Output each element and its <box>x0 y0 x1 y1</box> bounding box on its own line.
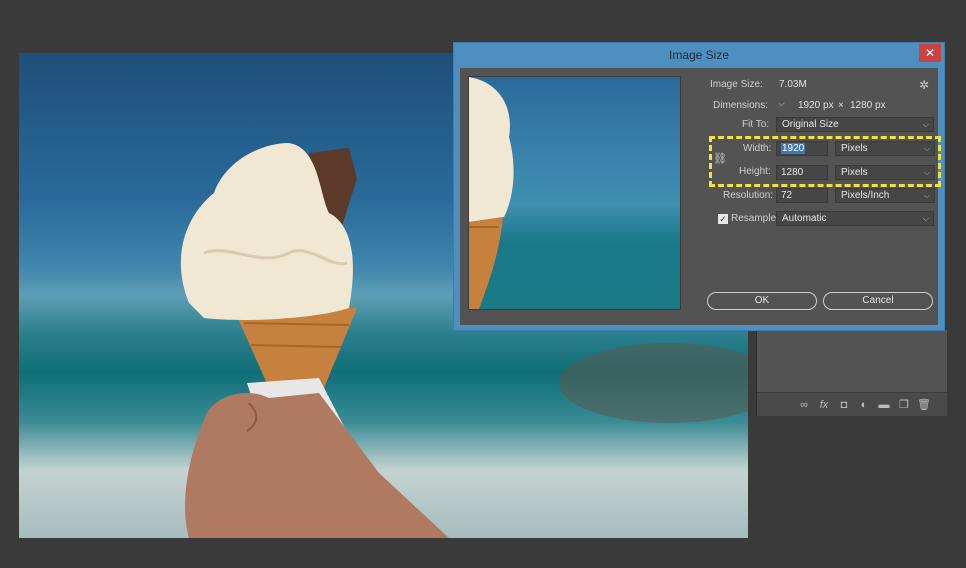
resample-label: Resample: <box>731 213 779 224</box>
width-unit-value: Pixels <box>841 143 868 154</box>
resample-select[interactable]: Automatic ⌵ <box>776 211 934 226</box>
fit-to-select[interactable]: Original Size ⌵ <box>776 117 934 132</box>
new-layer-icon[interactable]: ❐ <box>897 398 911 411</box>
dimensions-width: 1920 px <box>798 100 834 111</box>
resample-checkbox[interactable]: ✓ <box>718 214 728 224</box>
cancel-button[interactable]: Cancel <box>823 292 933 310</box>
image-size-label: Image Size: <box>710 79 763 90</box>
chain-link-icon[interactable]: ⛓ <box>713 152 727 165</box>
height-label: Height: <box>739 166 771 177</box>
dimensions-height: 1280 px <box>850 100 886 111</box>
chevron-down-icon[interactable]: ⌵ <box>778 98 785 109</box>
fx-icon[interactable]: fx <box>817 399 831 411</box>
layers-panel-footer: ∞ fx ◘ ◐ ▬ ❐ 🗑 <box>757 392 947 416</box>
dialog-title: Image Size <box>668 48 730 62</box>
chevron-down-icon: ⌵ <box>923 168 930 177</box>
resample-value: Automatic <box>782 213 827 224</box>
chevron-down-icon: ⌵ <box>922 214 929 223</box>
trash-icon[interactable]: 🗑 <box>917 398 931 411</box>
height-unit-select[interactable]: Pixels ⌵ <box>835 165 935 180</box>
dimensions-label: Dimensions: <box>713 100 769 111</box>
fit-to-value: Original Size <box>782 119 839 130</box>
image-size-dialog: Image Size ✕ ✲ Image Size: 7.03M Dimensi… <box>453 42 945 331</box>
dimensions-times: × <box>838 100 844 111</box>
fit-to-label: Fit To: <box>742 119 770 130</box>
mask-icon[interactable]: ◘ <box>837 399 851 411</box>
close-button[interactable]: ✕ <box>919 44 941 62</box>
chevron-down-icon: ⌵ <box>922 120 929 129</box>
height-input[interactable]: 1280 <box>776 165 828 180</box>
width-input[interactable]: 1920 <box>776 141 828 156</box>
resolution-unit-value: Pixels/Inch <box>841 190 890 201</box>
chevron-down-icon: ⌵ <box>923 144 930 153</box>
width-value: 1920 <box>781 143 806 154</box>
link-icon[interactable]: ∞ <box>797 399 811 411</box>
width-label: Width: <box>743 143 772 154</box>
width-unit-select[interactable]: Pixels ⌵ <box>835 141 935 156</box>
image-preview[interactable] <box>468 76 681 310</box>
gear-icon[interactable]: ✲ <box>919 78 929 92</box>
adjustment-icon[interactable]: ◐ <box>857 399 871 411</box>
resolution-unit-select[interactable]: Pixels/Inch ⌵ <box>835 188 935 203</box>
dialog-body: ✲ Image Size: 7.03M Dimensions: ⌵ 1920 p… <box>460 68 941 325</box>
resolution-label: Resolution: <box>723 190 774 201</box>
resolution-value: 72 <box>781 190 793 201</box>
folder-icon[interactable]: ▬ <box>877 399 891 411</box>
ok-button[interactable]: OK <box>707 292 817 310</box>
resolution-input[interactable]: 72 <box>776 188 828 203</box>
layers-panel: ∞ fx ◘ ◐ ▬ ❐ 🗑 <box>756 330 947 416</box>
image-size-value: 7.03M <box>779 79 807 90</box>
height-unit-value: Pixels <box>841 167 868 178</box>
chevron-down-icon: ⌵ <box>923 191 930 200</box>
height-value: 1280 <box>781 167 804 178</box>
